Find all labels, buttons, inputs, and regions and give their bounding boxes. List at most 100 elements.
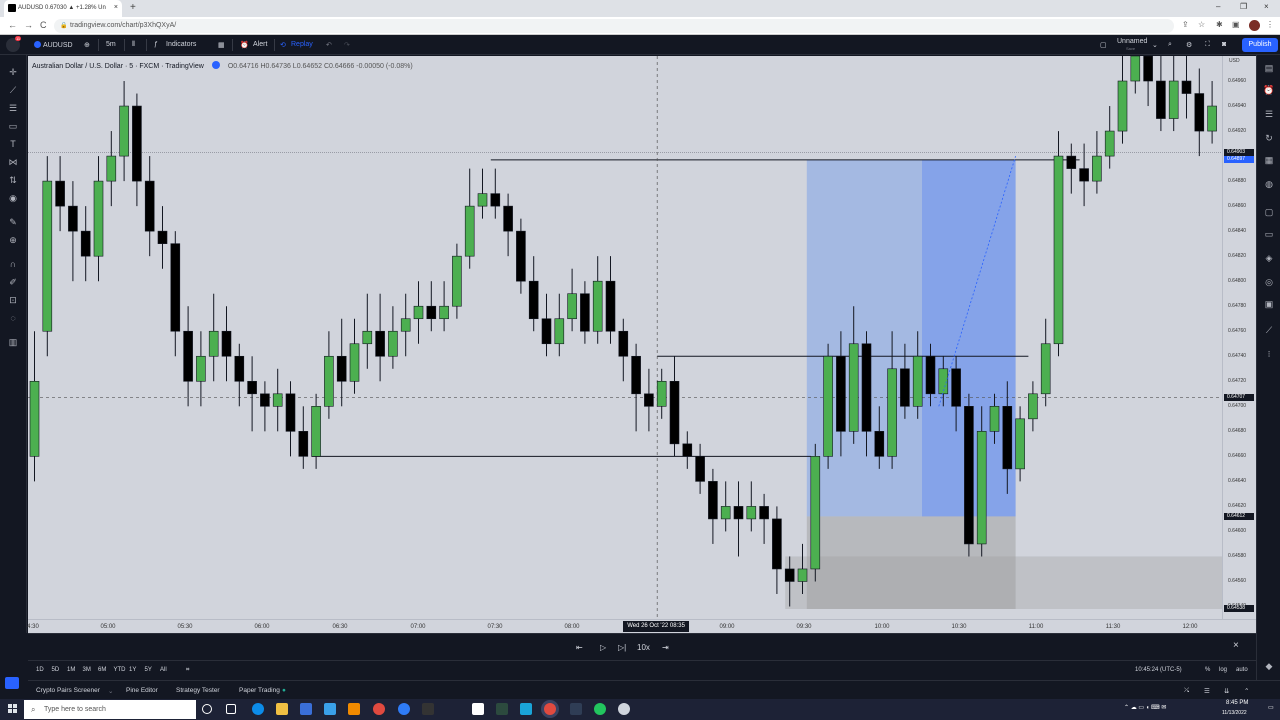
fullscreen-icon[interactable]: ⛶ xyxy=(1205,41,1210,49)
range-1d[interactable]: 1D xyxy=(36,667,44,673)
hotlists-icon[interactable]: ↻ xyxy=(1263,133,1275,143)
zoom-icon[interactable]: ⊕ xyxy=(7,235,19,245)
replay-icon[interactable]: ⟲ xyxy=(280,41,286,49)
candlestick-chart[interactable] xyxy=(28,56,1222,619)
vlc-icon[interactable] xyxy=(348,703,360,715)
signals-icon[interactable]: ▣ xyxy=(1263,299,1275,309)
mail-icon[interactable] xyxy=(324,703,336,715)
alerts-clock-icon[interactable]: ⏰ xyxy=(1263,85,1275,95)
symbol-search-button[interactable]: AUDUSD xyxy=(30,39,77,51)
range-5y[interactable]: 5Y xyxy=(145,667,152,673)
streams-icon[interactable]: ◎ xyxy=(1263,277,1275,287)
range-5d[interactable]: 5D xyxy=(52,667,60,673)
interval-button[interactable]: 5m xyxy=(106,41,116,48)
taskbar-search-input[interactable]: ⌕ Type here to search xyxy=(24,700,196,719)
indicators-button[interactable]: Indicators xyxy=(166,41,196,48)
time-axis[interactable]: 4:30 05:00 05:30 06:00 06:30 07:00 07:30 08:00 0… xyxy=(27,619,1256,633)
brush-icon[interactable]: ✎ xyxy=(7,217,19,227)
trend-icon[interactable]: ⤯ xyxy=(1184,687,1189,695)
reload-icon[interactable]: C xyxy=(40,20,47,30)
tab-crypto-screener[interactable]: Crypto Pairs Screener xyxy=(36,687,100,694)
maximize-panel-icon[interactable]: ⇊ xyxy=(1224,687,1229,695)
edge-icon[interactable] xyxy=(252,703,264,715)
trend-line-icon[interactable]: ⟋ xyxy=(7,85,19,95)
redo-icon[interactable]: ↷ xyxy=(344,41,350,49)
notifications-icon[interactable]: ◈ xyxy=(1263,253,1275,263)
tab-close-icon[interactable]: × xyxy=(114,4,118,11)
templates-icon[interactable]: ▦ xyxy=(218,41,225,49)
bookmark-star-icon[interactable]: ☆ xyxy=(1198,20,1205,29)
window-close-icon[interactable]: × xyxy=(1264,2,1269,11)
notification-center-icon[interactable]: ▭ xyxy=(1268,704,1274,711)
notepad-icon[interactable] xyxy=(472,703,484,715)
range-6m[interactable]: 6M xyxy=(98,667,106,673)
auto-scale-toggle[interactable]: auto xyxy=(1236,667,1248,673)
layout-save-label[interactable]: Save xyxy=(1126,46,1135,51)
currency-label[interactable]: USD xyxy=(1229,58,1240,64)
trash-icon[interactable]: ▥ xyxy=(7,337,19,347)
url-input[interactable]: 🔒 tradingview.com/chart/p3XhQXyA/ xyxy=(54,19,1174,33)
store-icon[interactable] xyxy=(300,703,312,715)
fib-retracement-icon[interactable]: ☰ xyxy=(7,103,19,113)
forward-icon[interactable]: → xyxy=(24,20,33,30)
price-axis[interactable]: USD 0.649600.649400.649200.649000.648800… xyxy=(1222,56,1256,619)
tab-paper-trading[interactable]: Paper Trading xyxy=(239,687,280,694)
minimize-icon[interactable]: – xyxy=(1216,2,1220,11)
app-blue-icon[interactable] xyxy=(398,703,410,715)
long-position-icon[interactable]: ⇅ xyxy=(7,175,19,185)
task-view-icon[interactable] xyxy=(226,704,236,714)
percent-scale-toggle[interactable]: % xyxy=(1205,667,1210,673)
replay-select-bar-icon[interactable]: ⇤ xyxy=(576,643,583,652)
tab-strategy-tester[interactable]: Strategy Tester xyxy=(176,687,220,694)
replay-forward-icon[interactable]: ▷| xyxy=(618,643,626,652)
tray-icons[interactable]: ⌃ ☁ ▭ ◖ ⌨ ✉ xyxy=(1124,704,1166,711)
undo-icon[interactable]: ↶ xyxy=(326,41,332,49)
restore-icon[interactable]: ❐ xyxy=(1240,2,1247,11)
alert-button[interactable]: Alert xyxy=(253,41,267,48)
layout-dropdown-chevron-icon[interactable]: ⌄ xyxy=(1152,41,1158,49)
goto-date-icon[interactable]: ⌗ xyxy=(186,667,189,674)
magnet-icon[interactable]: ∩ xyxy=(7,259,19,269)
hide-drawings-icon[interactable]: ◌ xyxy=(7,313,19,323)
settings-gear-icon[interactable]: ⚙ xyxy=(1186,41,1192,49)
text-tool-icon[interactable]: T xyxy=(7,139,19,149)
list-icon[interactable]: ☰ xyxy=(1204,687,1210,695)
chart-pane[interactable]: Australian Dollar / U.S. Dollar · 5 · FX… xyxy=(28,56,1222,619)
pencil-lock-icon[interactable]: ✐ xyxy=(7,277,19,287)
replay-play-icon[interactable]: ▷ xyxy=(600,643,606,652)
alert-icon[interactable]: ⏰ xyxy=(240,41,249,49)
eye-icon[interactable]: ◉ xyxy=(7,193,19,203)
back-icon[interactable]: ← xyxy=(8,20,17,30)
log-scale-toggle[interactable]: log xyxy=(1219,667,1227,673)
range-1m[interactable]: 1M xyxy=(67,667,75,673)
chrome-active-icon[interactable] xyxy=(544,703,556,715)
messages-icon[interactable]: ▭ xyxy=(1263,229,1275,239)
chrome-icon[interactable] xyxy=(373,703,385,715)
cortana-icon[interactable] xyxy=(202,704,212,714)
crosshair-cursor-icon[interactable]: ✛ xyxy=(7,67,19,77)
range-ytd[interactable]: YTD xyxy=(114,667,126,673)
calculator-icon[interactable] xyxy=(422,703,434,715)
replay-jump-realtime-icon[interactable]: ⇥ xyxy=(662,643,669,652)
file-explorer-icon[interactable] xyxy=(276,703,288,715)
indicators-icon[interactable]: ƒ xyxy=(154,41,158,48)
more-widgets-icon[interactable]: ⁝ xyxy=(1263,349,1275,359)
extensions-icon[interactable]: ✱ xyxy=(1216,20,1223,29)
layout-icon[interactable]: ▢ xyxy=(1100,41,1107,49)
candle-style-icon[interactable]: ⫴ xyxy=(132,41,135,49)
watchlist-icon[interactable]: ▤ xyxy=(1263,63,1275,73)
publish-button[interactable]: Publish xyxy=(1242,38,1278,52)
app-cyan-icon[interactable] xyxy=(520,703,532,715)
legend-status-icon[interactable] xyxy=(211,61,220,69)
clock-display[interactable]: 10:45:24 (UTC-5) xyxy=(1135,667,1182,673)
range-3m[interactable]: 3M xyxy=(83,667,91,673)
app-dark-icon[interactable] xyxy=(570,703,582,715)
replay-close-icon[interactable]: × xyxy=(1233,640,1239,651)
replay-button[interactable]: Replay xyxy=(291,41,313,48)
app-green-round-icon[interactable] xyxy=(594,703,606,715)
favorites-star-icon[interactable] xyxy=(5,677,19,689)
user-menu-icon[interactable]: 11 xyxy=(6,36,22,52)
compare-icon[interactable]: ⊕ xyxy=(84,41,90,49)
layout-name[interactable]: Unnamed xyxy=(1117,38,1147,45)
rectangle-icon[interactable]: ▭ xyxy=(7,121,19,131)
